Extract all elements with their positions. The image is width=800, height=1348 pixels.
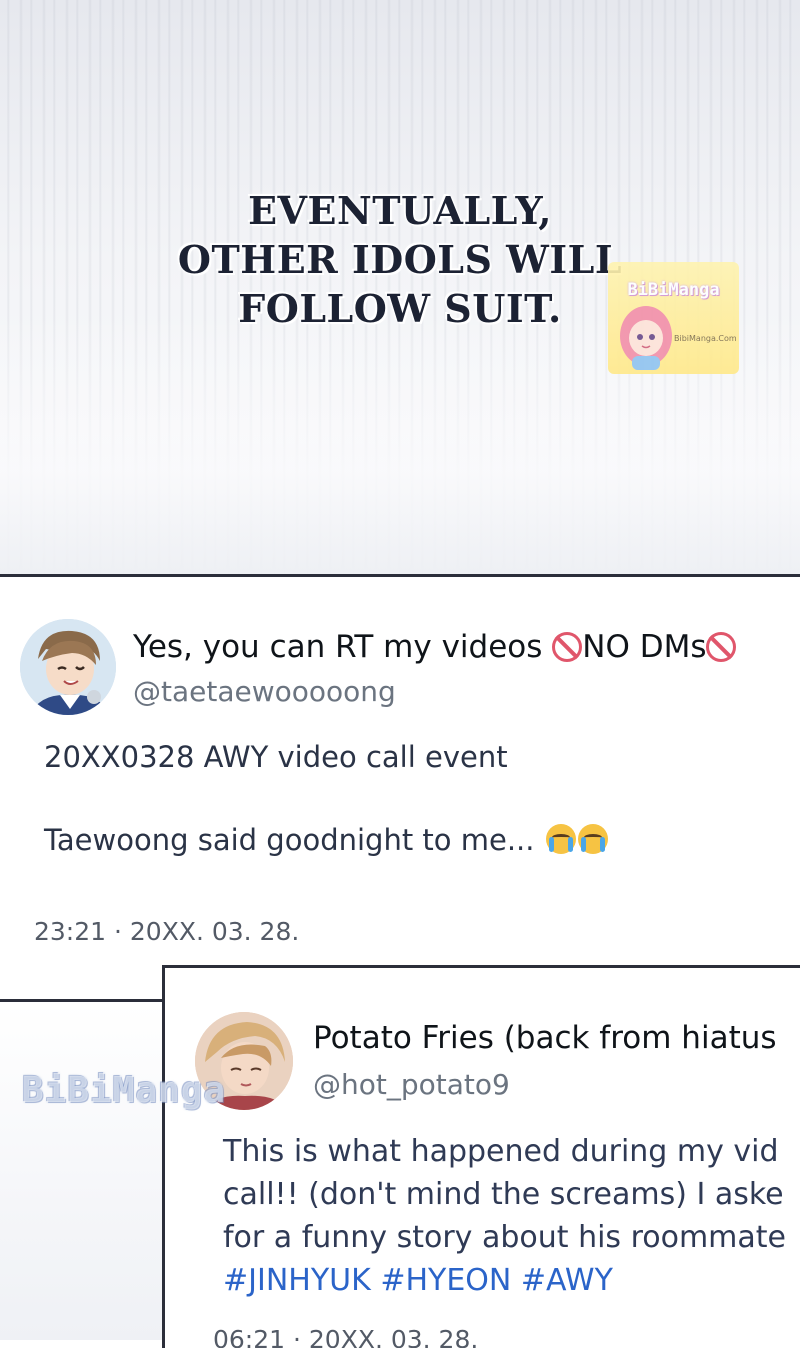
tweet-timestamp[interactable]: 23:21 · 20XX. 03. 28.: [34, 917, 299, 946]
bibimanga-logo-watermark: BiBiManga BibiManga.Com: [608, 262, 739, 374]
no-entry-icon: [706, 632, 737, 662]
watermark-site-text: BibiManga.Com: [674, 334, 737, 343]
display-name[interactable]: Potato Fries (back from hiatus: [313, 1020, 777, 1056]
tweet-text-line-content: Taewoong said goodnight to me...: [44, 823, 535, 857]
narration-caption: EVENTUALLY, OTHER IDOLS WILL FOLLOW SUIT…: [150, 186, 650, 333]
mascot-girl-icon: [620, 306, 672, 370]
panel-background: [0, 1002, 162, 1340]
tweet-card[interactable]: Potato Fries (back from hiatus @hot_pota…: [162, 965, 800, 1348]
tweet-text-line: for a funny story about his roommate: [223, 1220, 787, 1255]
bibimanga-text-watermark: BiBiManga: [22, 1070, 227, 1111]
tweet-text-line: 20XX0328 AWY video call event: [44, 740, 508, 774]
no-entry-icon: [552, 632, 583, 662]
watermark-logo-text: BiBiManga: [627, 280, 720, 300]
tweet-text-line: This is what happened during my vid: [223, 1134, 779, 1169]
avatar-illustration: [20, 619, 116, 715]
caption-line-2: OTHER IDOLS WILL: [177, 237, 623, 282]
user-handle[interactable]: @taetaewooooong: [133, 675, 396, 708]
tweet-text-line: call!! (don't mind the screams) I aske: [223, 1177, 784, 1212]
caption-line-3: FOLLOW SUIT.: [238, 286, 562, 331]
tweet-card[interactable]: Yes, you can RT my videos NO DMs @taetae…: [0, 577, 800, 997]
hashtag-links[interactable]: #JINHYUK #HYEON #AWY: [223, 1263, 613, 1298]
tweet-text-line: Taewoong said goodnight to me...: [44, 823, 608, 857]
user-handle[interactable]: @hot_potato9: [313, 1068, 510, 1101]
loudly-crying-face-icon: [545, 824, 576, 854]
caption-line-1: EVENTUALLY,: [248, 188, 552, 233]
loudly-crying-face-icon: [577, 824, 608, 854]
avatar[interactable]: [20, 619, 116, 715]
display-name-text: Yes, you can RT my videos: [133, 629, 553, 665]
display-name[interactable]: Yes, you can RT my videos NO DMs: [133, 629, 737, 665]
display-name-mid-text: NO DMs: [582, 629, 707, 665]
tweet-timestamp[interactable]: 06:21 · 20XX. 03. 28.: [213, 1325, 478, 1348]
